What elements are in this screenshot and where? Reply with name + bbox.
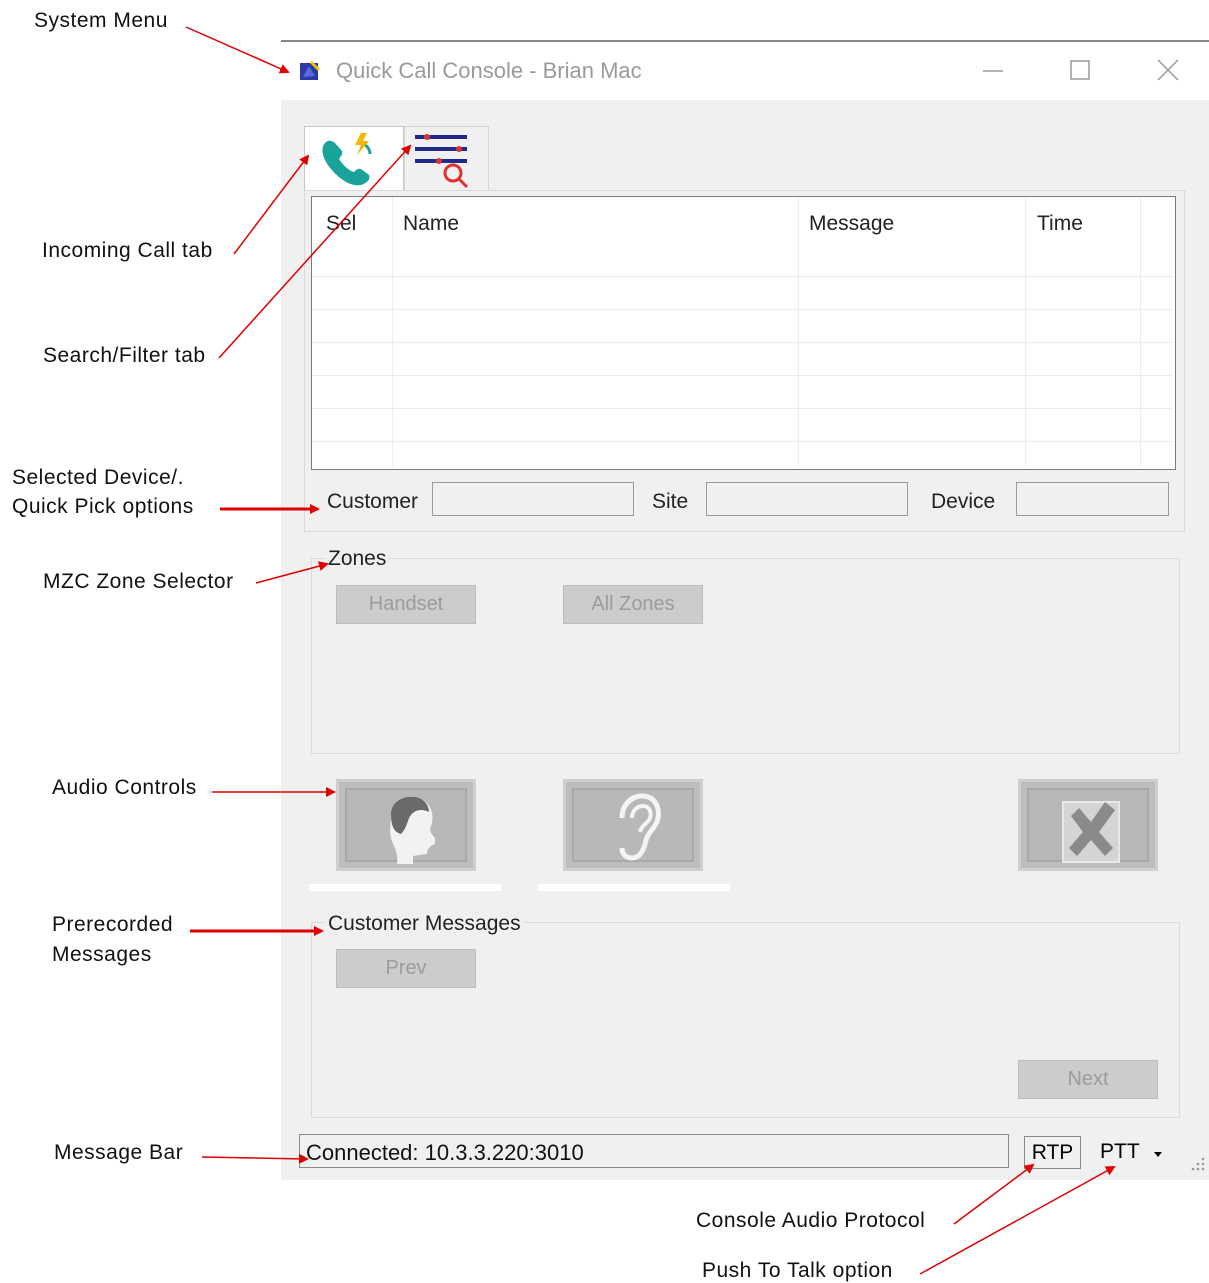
arrow-console-audio-protocol (953, 1163, 1035, 1225)
arrow-message-bar (201, 1153, 309, 1164)
arrow-system-menu (185, 26, 290, 74)
arrow-mzc-zone-selector (255, 561, 329, 584)
arrow-search-filter-tab (218, 144, 412, 359)
arrow-incoming-call-tab (233, 154, 310, 255)
annotation-arrows (185, 26, 1116, 1275)
arrow-push-to-talk (919, 1166, 1116, 1275)
